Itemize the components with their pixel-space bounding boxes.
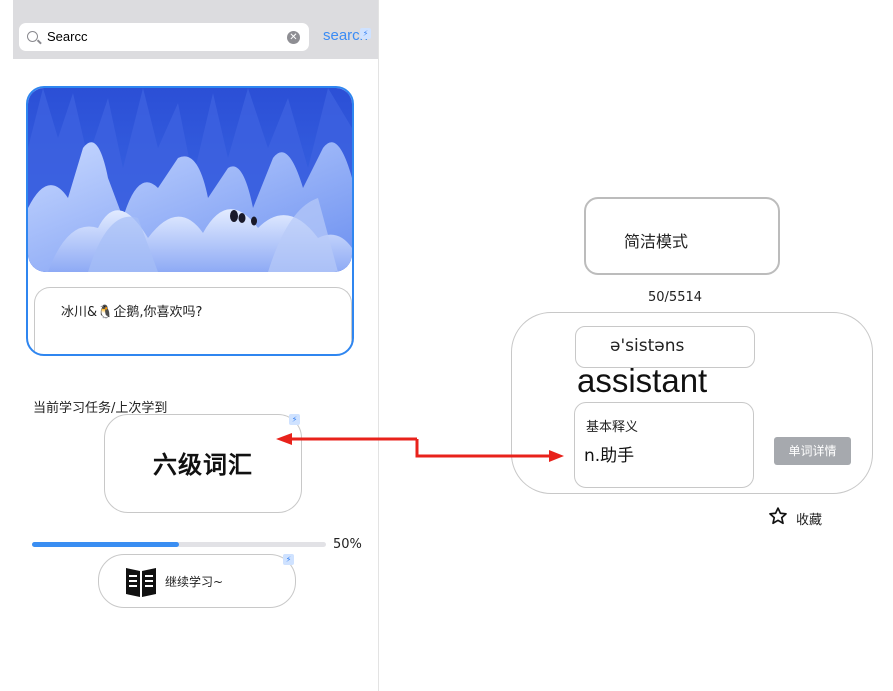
connector-arrows <box>276 433 564 462</box>
arrow-head-right-icon <box>549 450 564 462</box>
arrow-head-left-icon <box>276 433 292 445</box>
